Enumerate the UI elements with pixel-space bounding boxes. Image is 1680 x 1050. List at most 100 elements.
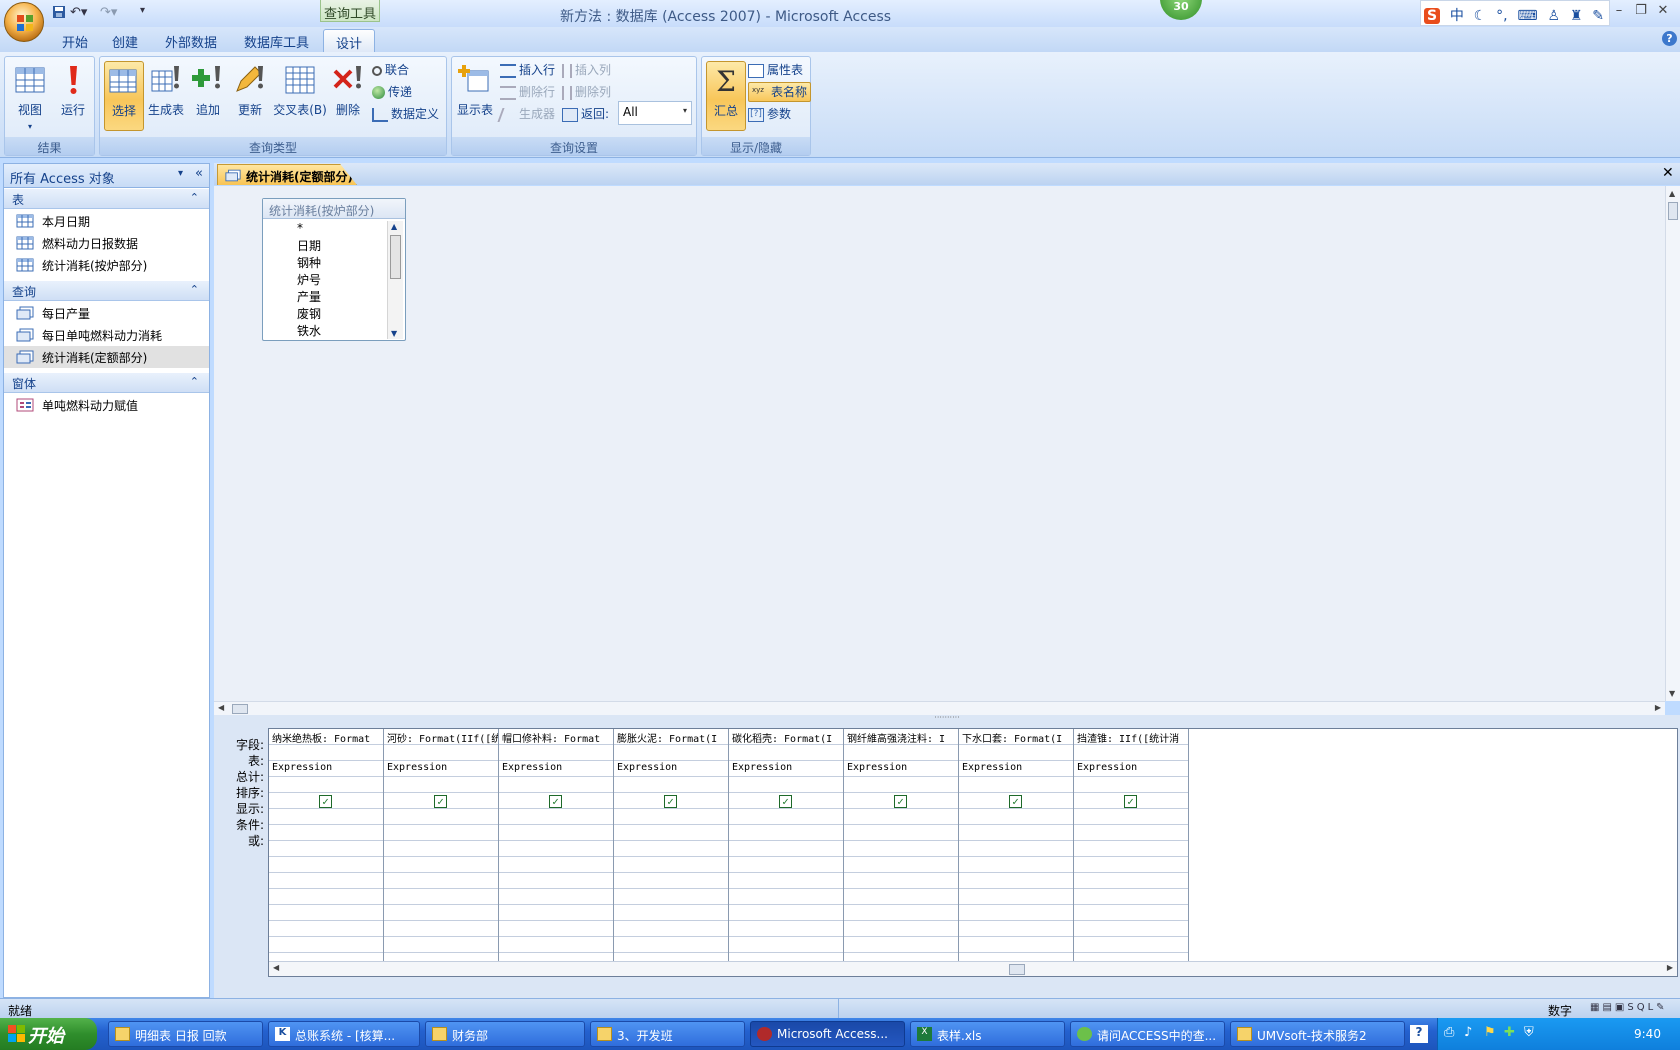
grid-cell-or[interactable] — [729, 825, 843, 841]
grid-cell-empty[interactable] — [729, 873, 843, 889]
nav-section-queries[interactable]: 查询 ⌃ — [4, 281, 209, 301]
grid-cell-criteria[interactable] — [384, 809, 498, 825]
field-list-item[interactable]: * — [297, 221, 303, 235]
update-button[interactable]: 更新 — [230, 61, 270, 131]
close-document-icon[interactable]: ✕ — [1662, 165, 1674, 181]
network-icon[interactable]: ⎙ — [1444, 1025, 1454, 1040]
grid-cell-empty[interactable] — [1074, 873, 1188, 889]
nav-item-table[interactable]: 燃料动力日报数据 — [4, 232, 209, 254]
data-definition-button[interactable]: 数据定义 — [372, 105, 439, 125]
grid-cell-criteria[interactable] — [499, 809, 613, 825]
grid-cell-sort[interactable] — [269, 777, 383, 793]
grid-cell-total[interactable]: Expression — [269, 761, 383, 777]
query-design-upper-pane[interactable] — [214, 186, 1665, 701]
grid-cell-empty[interactable] — [499, 905, 613, 921]
grid-cell-sort[interactable] — [614, 777, 728, 793]
grid-cell-sort[interactable] — [384, 777, 498, 793]
grid-cell-show[interactable]: ✓ — [614, 793, 728, 809]
grid-cell-show[interactable]: ✓ — [499, 793, 613, 809]
pass-through-button[interactable]: 传递 — [372, 83, 412, 103]
grid-cell-criteria[interactable] — [269, 809, 383, 825]
tab-database-tools[interactable]: 数据库工具 — [232, 29, 321, 52]
field-list-item[interactable]: 废钢 — [297, 305, 321, 322]
grid-cell-total[interactable]: Expression — [959, 761, 1073, 777]
show-checkbox[interactable]: ✓ — [779, 795, 792, 808]
grid-cell-empty[interactable] — [499, 873, 613, 889]
return-combobox[interactable]: All ▾ — [618, 101, 692, 125]
antivirus-icon[interactable]: ✚ — [1504, 1025, 1515, 1040]
grid-cell-criteria[interactable] — [1074, 809, 1188, 825]
delete-columns-button[interactable]: 删除列 — [562, 83, 611, 103]
grid-column[interactable]: 挡渣锥: IIf([统计消 Expression ✓ — [1074, 729, 1189, 962]
grid-cell-empty[interactable] — [384, 921, 498, 937]
grid-cell-empty[interactable] — [959, 841, 1073, 857]
grid-cell-empty[interactable] — [384, 889, 498, 905]
grid-cell-table[interactable] — [729, 745, 843, 761]
tools-icon[interactable]: ✎ — [1592, 8, 1604, 24]
grid-cell-empty[interactable] — [269, 905, 383, 921]
grid-cell-show[interactable]: ✓ — [384, 793, 498, 809]
restore-icon[interactable]: ❐ — [1630, 3, 1652, 18]
grid-cell-empty[interactable] — [959, 889, 1073, 905]
grid-cell-field[interactable]: 碳化稻壳: Format(I — [729, 729, 843, 745]
grid-cell-empty[interactable] — [844, 937, 958, 953]
show-table-button[interactable]: 显示表 — [454, 61, 496, 131]
grid-cell-empty[interactable] — [729, 937, 843, 953]
field-list-item[interactable]: 炉号 — [297, 271, 321, 288]
upper-pane-vertical-scrollbar[interactable]: ▲ ▼ — [1665, 186, 1680, 701]
grid-cell-or[interactable] — [1074, 825, 1188, 841]
tab-external-data[interactable]: 外部数据 — [153, 29, 229, 52]
scroll-thumb[interactable] — [390, 235, 401, 279]
grid-cell-empty[interactable] — [1074, 905, 1188, 921]
grid-cell-field[interactable]: 下水口套: Format(I — [959, 729, 1073, 745]
run-button[interactable]: 运行 — [53, 61, 93, 131]
grid-cell-empty[interactable] — [729, 905, 843, 921]
grid-cell-empty[interactable] — [1074, 841, 1188, 857]
taskbar-item[interactable]: 财务部 — [425, 1021, 585, 1047]
nav-pane-header[interactable]: 所有 Access 对象 ▾ « — [4, 164, 209, 188]
grid-cell-total[interactable]: Expression — [384, 761, 498, 777]
chevron-down-icon[interactable]: ▾ — [683, 106, 687, 115]
grid-cell-empty[interactable] — [1074, 921, 1188, 937]
scroll-right-icon[interactable]: ▶ — [1655, 703, 1661, 712]
grid-cell-show[interactable]: ✓ — [729, 793, 843, 809]
grid-cell-table[interactable] — [844, 745, 958, 761]
grid-cell-total[interactable]: Expression — [729, 761, 843, 777]
grid-cell-empty[interactable] — [384, 841, 498, 857]
taskbar-item[interactable]: K 总账系统 - [核算... — [268, 1021, 420, 1047]
document-tab[interactable]: 统计消耗(定额部分) — [217, 164, 357, 185]
make-table-button[interactable]: 生成表 — [146, 61, 186, 131]
grid-cell-sort[interactable] — [499, 777, 613, 793]
grid-column[interactable]: 河砂: Format(IIf([统 Expression ✓ — [384, 729, 499, 962]
grid-cell-sort[interactable] — [1074, 777, 1188, 793]
moon-icon[interactable]: ☾ — [1474, 8, 1487, 24]
grid-cell-empty[interactable] — [269, 921, 383, 937]
show-checkbox[interactable]: ✓ — [894, 795, 907, 808]
grid-cell-empty[interactable] — [269, 841, 383, 857]
parameters-button[interactable]: [?] 参数 — [748, 105, 791, 125]
grid-cell-empty[interactable] — [729, 841, 843, 857]
scroll-up-icon[interactable]: ▲ — [391, 222, 397, 231]
grid-cell-empty[interactable] — [844, 889, 958, 905]
grid-cell-or[interactable] — [959, 825, 1073, 841]
grid-cell-empty[interactable] — [499, 857, 613, 873]
scroll-thumb[interactable] — [1009, 964, 1025, 975]
grid-cell-total[interactable]: Expression — [1074, 761, 1188, 777]
save-icon[interactable] — [52, 5, 66, 23]
grid-cell-or[interactable] — [614, 825, 728, 841]
grid-cell-empty[interactable] — [614, 841, 728, 857]
grid-cell-empty[interactable] — [499, 937, 613, 953]
collapse-section-icon[interactable]: ⌃ — [190, 283, 199, 296]
grid-cell-empty[interactable] — [614, 873, 728, 889]
property-sheet-button[interactable]: 属性表 — [748, 61, 803, 81]
scroll-left-icon[interactable]: ◀ — [218, 703, 224, 712]
tab-design[interactable]: 设计 — [323, 29, 376, 52]
scroll-right-icon[interactable]: ▶ — [1667, 963, 1673, 972]
grid-cell-empty[interactable] — [959, 873, 1073, 889]
grid-cell-empty[interactable] — [269, 873, 383, 889]
sogou-icon[interactable]: S — [1424, 8, 1441, 24]
volume-icon[interactable]: ♪ — [1464, 1025, 1472, 1040]
nav-item-query[interactable]: 每日单吨燃料动力消耗 — [4, 324, 209, 346]
scroll-down-icon[interactable]: ▼ — [1669, 689, 1675, 698]
grid-cell-show[interactable]: ✓ — [1074, 793, 1188, 809]
